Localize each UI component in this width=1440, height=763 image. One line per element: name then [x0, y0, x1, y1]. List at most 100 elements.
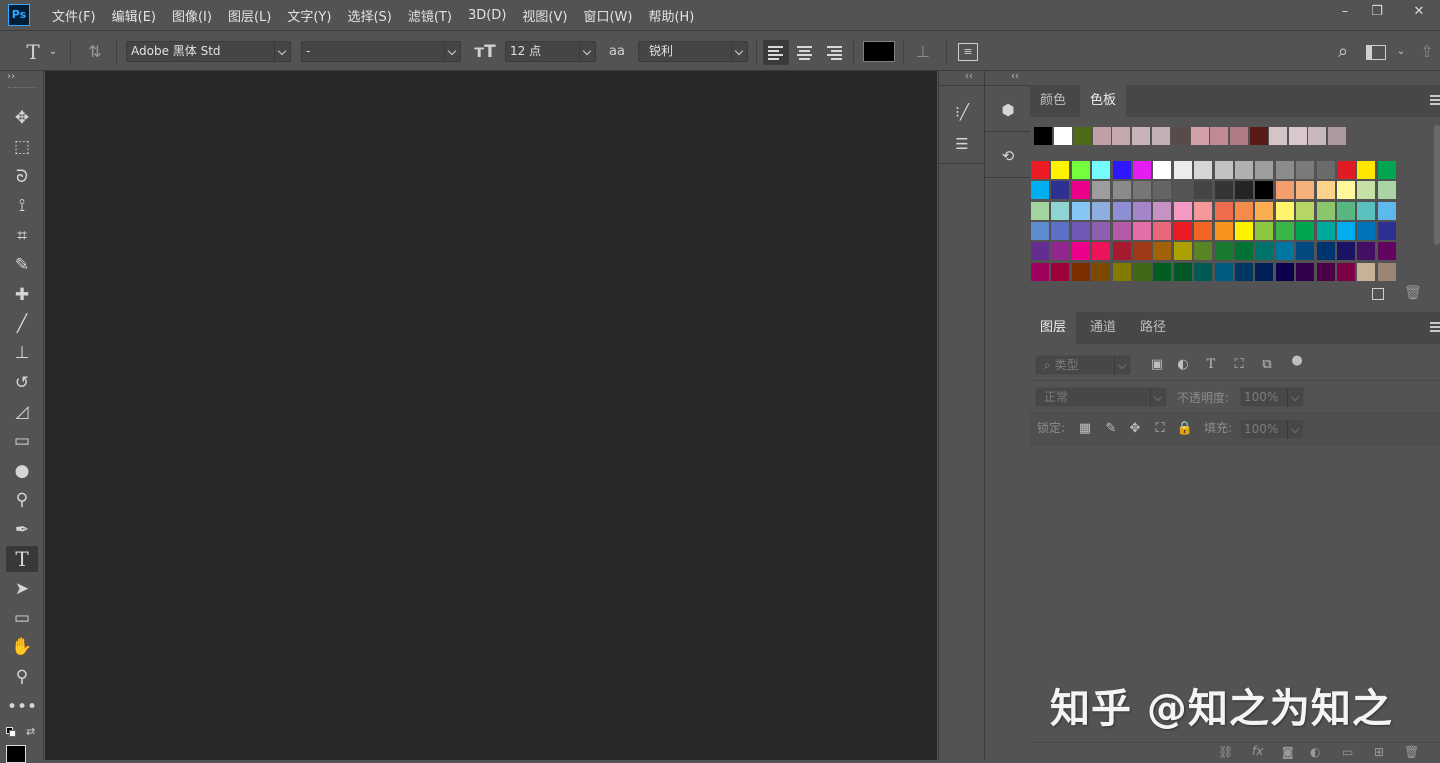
swatch[interactable]	[1092, 262, 1111, 281]
history-brush-tool-icon[interactable]: ↺	[6, 370, 38, 396]
pixel-layer-filter-icon[interactable]: ▣	[1148, 356, 1166, 374]
swatch[interactable]	[1296, 161, 1315, 179]
swatch[interactable]	[1133, 161, 1151, 179]
toggle-text-orientation-icon[interactable]: ⇅	[84, 41, 106, 63]
new-layer-icon[interactable]: ⊞	[1374, 745, 1384, 759]
swatch[interactable]	[1316, 242, 1335, 261]
3d-panel-icon[interactable]: ⬢	[994, 97, 1022, 123]
swatch[interactable]	[1031, 161, 1049, 179]
swatch[interactable]	[1173, 181, 1192, 200]
swatch[interactable]	[1153, 181, 1172, 200]
menu-item[interactable]: 3D(D)	[468, 8, 506, 23]
workspace-icon[interactable]	[1366, 45, 1386, 60]
swatch[interactable]	[1071, 242, 1090, 261]
text-color-swatch[interactable]	[863, 41, 895, 62]
swatch[interactable]	[1337, 262, 1355, 281]
tab-swatches[interactable]: 色板	[1080, 85, 1127, 117]
swatch[interactable]	[1133, 262, 1151, 281]
recent-swatch[interactable]	[1328, 127, 1346, 145]
eraser-tool-icon[interactable]: ◿	[6, 399, 38, 425]
swatch[interactable]	[1031, 201, 1049, 220]
swatch[interactable]	[1316, 201, 1335, 220]
swatch[interactable]	[1275, 181, 1294, 200]
swatch[interactable]	[1031, 181, 1049, 200]
swatch[interactable]	[1031, 221, 1049, 240]
swatch[interactable]	[1357, 242, 1376, 261]
swatch[interactable]	[1255, 221, 1274, 240]
path-select-tool-icon[interactable]: ➤	[6, 576, 38, 602]
swatch[interactable]	[1031, 242, 1049, 261]
recent-swatch[interactable]	[1210, 127, 1229, 145]
swatch[interactable]	[1255, 242, 1274, 261]
swatch[interactable]	[1194, 181, 1213, 200]
swatch[interactable]	[1092, 221, 1111, 240]
swap-colors-icon[interactable]: ⇄	[26, 725, 35, 738]
delete-swatch-icon[interactable]: 🗑	[1404, 285, 1422, 301]
swatch[interactable]	[1357, 161, 1376, 179]
swatch[interactable]	[1357, 201, 1376, 220]
swatch[interactable]	[1173, 201, 1192, 220]
swatch[interactable]	[1071, 201, 1090, 220]
swatch[interactable]	[1031, 262, 1049, 281]
antialias-select[interactable]: 锐利	[638, 41, 748, 62]
swatch[interactable]	[1133, 221, 1151, 240]
swatch[interactable]	[1173, 242, 1192, 261]
add-mask-icon[interactable]: ◙	[1282, 745, 1294, 759]
recent-swatch[interactable]	[1288, 127, 1307, 145]
swatch[interactable]	[1296, 262, 1315, 281]
share-icon[interactable]: ⇪	[1416, 41, 1438, 63]
recent-swatch[interactable]	[1112, 127, 1131, 145]
recent-swatch[interactable]	[1053, 127, 1072, 145]
zoom-tool-icon[interactable]: ⚲	[6, 664, 38, 690]
recent-swatch[interactable]	[1151, 127, 1170, 145]
swatch[interactable]	[1092, 242, 1111, 261]
menu-item[interactable]: 文件(F)	[52, 6, 96, 25]
shape-layer-filter-icon[interactable]: ⛶	[1230, 356, 1248, 374]
menu-item[interactable]: 视图(V)	[522, 6, 567, 25]
restore-button[interactable]: ❐	[1360, 0, 1394, 24]
swatch[interactable]	[1235, 221, 1253, 240]
swatch[interactable]	[1214, 262, 1233, 281]
swatch[interactable]	[1153, 201, 1172, 220]
panel-menu-icon[interactable]	[1428, 320, 1440, 334]
swatch[interactable]	[1235, 161, 1253, 179]
swatch[interactable]	[1194, 242, 1213, 261]
swatch[interactable]	[1296, 221, 1315, 240]
minimize-button[interactable]: –	[1328, 0, 1362, 24]
swatch[interactable]	[1377, 242, 1396, 261]
swatch[interactable]	[1051, 181, 1070, 200]
document-canvas-area[interactable]	[45, 71, 937, 760]
swatch[interactable]	[1214, 242, 1233, 261]
default-colors-icon[interactable]	[6, 727, 16, 737]
foreground-color-swatch[interactable]	[6, 745, 26, 763]
dock-collapse-icon[interactable]: ‹‹	[1011, 71, 1019, 82]
menu-item[interactable]: 图像(I)	[172, 6, 212, 25]
align-left-button[interactable]	[763, 40, 789, 65]
swatch[interactable]	[1051, 262, 1070, 281]
swatch[interactable]	[1112, 181, 1131, 200]
gradient-tool-icon[interactable]: ▭	[6, 428, 38, 454]
swatch[interactable]	[1214, 181, 1233, 200]
new-group-icon[interactable]: ▭	[1342, 745, 1353, 759]
crop-tool-icon[interactable]: ⌗	[6, 223, 38, 249]
blend-mode-select[interactable]: 正常	[1035, 387, 1167, 407]
swatch[interactable]	[1235, 181, 1253, 200]
font-family-select[interactable]: Adobe 黑体 Std	[126, 41, 291, 62]
recent-swatch[interactable]	[1034, 127, 1052, 145]
recent-swatch[interactable]	[1190, 127, 1209, 145]
swatch[interactable]	[1092, 201, 1111, 220]
menu-item[interactable]: 滤镜(T)	[408, 6, 452, 25]
swatch[interactable]	[1071, 181, 1090, 200]
move-tool-icon[interactable]: ✥	[6, 105, 38, 131]
swatch[interactable]	[1316, 161, 1335, 179]
filter-toggle-icon[interactable]: ●	[1288, 352, 1306, 370]
swatch[interactable]	[1275, 242, 1294, 261]
swatch[interactable]	[1337, 181, 1355, 200]
type-tool-preset-icon[interactable]: T	[22, 41, 44, 63]
tab-paths[interactable]: 路径	[1130, 312, 1176, 344]
character-panel-icon[interactable]: ≡	[958, 43, 978, 61]
dodge-tool-icon[interactable]: ⚲	[6, 487, 38, 513]
search-icon[interactable]: ⌕	[1332, 41, 1354, 63]
recent-swatch[interactable]	[1308, 127, 1327, 145]
adjustment-layer-filter-icon[interactable]: ◐	[1174, 356, 1192, 374]
